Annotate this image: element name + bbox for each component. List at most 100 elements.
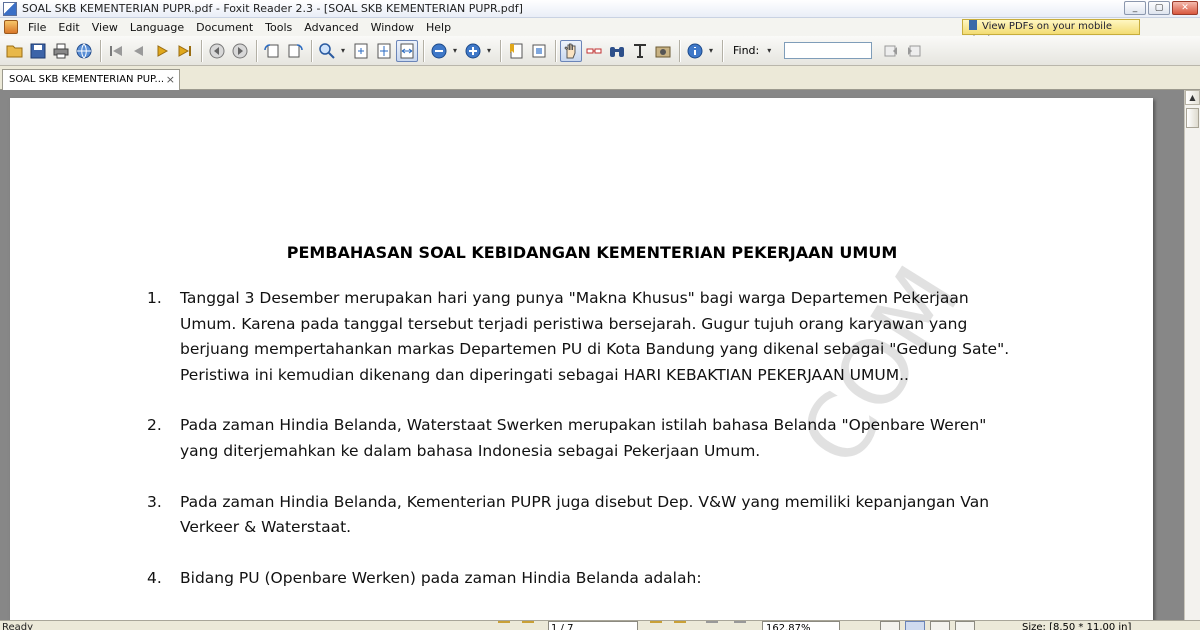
previous-view-button[interactable] (206, 40, 228, 62)
list-item-number: 3. (147, 492, 162, 511)
menu-document[interactable]: Document (190, 21, 259, 34)
document-tab[interactable]: SOAL SKB KEMENTERIAN PUP... × (2, 69, 180, 90)
menu-file[interactable]: File (22, 21, 52, 34)
zoom-level-field[interactable]: 162.87% (762, 621, 840, 630)
menu-help[interactable]: Help (420, 21, 457, 34)
find-next-icon (908, 45, 921, 56)
zoom-in-tool-button[interactable] (316, 40, 338, 62)
zoom-in-dropdown[interactable]: ▾ (485, 46, 493, 55)
continuous-layout-button[interactable] (905, 621, 925, 630)
find-label: Find: (733, 44, 760, 57)
find-previous-icon (884, 45, 898, 56)
fit-width-icon (400, 43, 414, 58)
list-item-number: 2. (147, 416, 162, 435)
actual-size-button[interactable] (350, 40, 372, 62)
menu-language[interactable]: Language (124, 21, 190, 34)
menu-tools[interactable]: Tools (259, 21, 298, 34)
text-cursor-icon (634, 43, 646, 58)
document-viewer[interactable]: COM PEMBAHASAN SOAL KEBIDANGAN KEMENTERI… (0, 90, 1184, 620)
scroll-up-button[interactable]: ▲ (1185, 90, 1200, 105)
hand-tool-button[interactable] (560, 39, 582, 62)
list-item-text: Bidang PU (Openbare Werken) pada zaman H… (180, 568, 702, 587)
info-dropdown[interactable]: ▾ (707, 46, 715, 55)
list-item: 2. Pada zaman Hindia Belanda, Waterstaat… (147, 413, 1027, 464)
continuous-facing-layout-button[interactable] (955, 621, 975, 630)
rotate-right-icon (288, 43, 303, 57)
open-button[interactable] (4, 40, 26, 62)
mobile-device-icon (969, 20, 977, 30)
document-menu-icon[interactable] (4, 20, 18, 34)
toolbar-separator (423, 39, 424, 62)
close-tab-icon[interactable]: × (166, 70, 175, 89)
find-next-button[interactable] (903, 40, 925, 62)
single-page-layout-button[interactable] (880, 621, 900, 630)
status-next-page-icon[interactable] (650, 621, 662, 630)
info-icon (687, 43, 703, 58)
find-tool-button[interactable] (606, 40, 628, 62)
last-page-button[interactable] (174, 40, 196, 62)
camera-icon (655, 46, 671, 57)
info-button[interactable] (684, 40, 706, 62)
scroll-thumb[interactable] (1186, 108, 1199, 128)
actual-size-icon (354, 43, 368, 58)
status-zoom-in-icon[interactable] (734, 621, 746, 630)
vertical-scrollbar[interactable]: ▲ (1184, 90, 1200, 620)
list-item-text: Pada zaman Hindia Belanda, Kementerian P… (180, 492, 990, 537)
menu-view[interactable]: View (86, 21, 124, 34)
status-first-page-icon[interactable] (498, 621, 510, 630)
fit-width-button[interactable] (396, 39, 418, 62)
minus-circle-icon (431, 43, 447, 58)
menu-edit[interactable]: Edit (52, 21, 85, 34)
find-options-dropdown[interactable]: ▾ (765, 46, 773, 55)
email-button[interactable] (73, 40, 95, 62)
rotate-left-icon (264, 43, 279, 57)
save-icon (30, 43, 46, 58)
fit-page-button[interactable] (373, 40, 395, 62)
minimize-button[interactable]: _ (1124, 1, 1146, 15)
close-window-button[interactable]: ✕ (1172, 1, 1198, 15)
foxit-app-icon (3, 1, 17, 16)
next-page-button[interactable] (151, 40, 173, 62)
zoom-out-dropdown[interactable]: ▾ (451, 46, 459, 55)
typewriter-button[interactable] (629, 40, 651, 62)
toolbar-separator (201, 39, 202, 62)
facing-layout-button[interactable] (930, 621, 950, 630)
menu-window[interactable]: Window (365, 21, 420, 34)
snapshot-button[interactable] (652, 40, 674, 62)
forward-circle-icon (232, 43, 248, 58)
select-text-button[interactable] (583, 40, 605, 62)
zoom-out-button[interactable] (428, 40, 450, 62)
maximize-button[interactable]: ▢ (1148, 1, 1170, 15)
print-button[interactable] (50, 40, 72, 62)
list-item-text: Pada zaman Hindia Belanda, Waterstaat Sw… (180, 416, 987, 460)
mobile-promo-banner[interactable]: View PDFs on your mobile devices (962, 19, 1140, 46)
list-item-number: 4. (147, 568, 162, 587)
window-title: SOAL SKB KEMENTERIAN PUPR.pdf - Foxit Re… (22, 2, 523, 15)
previous-page-button[interactable] (128, 40, 150, 62)
zoom-tool-dropdown[interactable]: ▾ (339, 46, 347, 55)
magnifier-icon (319, 42, 335, 59)
toolbar-separator (311, 39, 312, 62)
find-previous-button[interactable] (880, 40, 902, 62)
rotate-right-button[interactable] (284, 40, 306, 62)
hand-icon (564, 43, 576, 58)
status-last-page-icon[interactable] (674, 621, 686, 630)
save-button[interactable] (27, 40, 49, 62)
status-prev-page-icon[interactable] (522, 621, 534, 630)
first-page-button[interactable] (105, 40, 127, 62)
document-heading: PEMBAHASAN SOAL KEBIDANGAN KEMENTERIAN P… (286, 243, 898, 262)
menu-advanced[interactable]: Advanced (298, 21, 364, 34)
full-screen-button[interactable] (528, 40, 550, 62)
window-controls: _ ▢ ✕ (1122, 1, 1198, 15)
bookmark-panel-button[interactable] (505, 40, 527, 62)
find-input[interactable] (784, 42, 873, 59)
rotate-left-button[interactable] (261, 40, 283, 62)
page-number-field[interactable]: 1 / 7 (548, 621, 638, 630)
next-view-button[interactable] (229, 40, 251, 62)
status-ready-text: Ready (2, 622, 34, 630)
pdf-page: COM PEMBAHASAN SOAL KEBIDANGAN KEMENTERI… (10, 98, 1153, 620)
status-zoom-out-icon[interactable] (706, 621, 718, 630)
list-item: 3. Pada zaman Hindia Belanda, Kementeria… (147, 490, 1027, 541)
toolbar-separator (500, 39, 501, 62)
zoom-in-button[interactable] (462, 40, 484, 62)
